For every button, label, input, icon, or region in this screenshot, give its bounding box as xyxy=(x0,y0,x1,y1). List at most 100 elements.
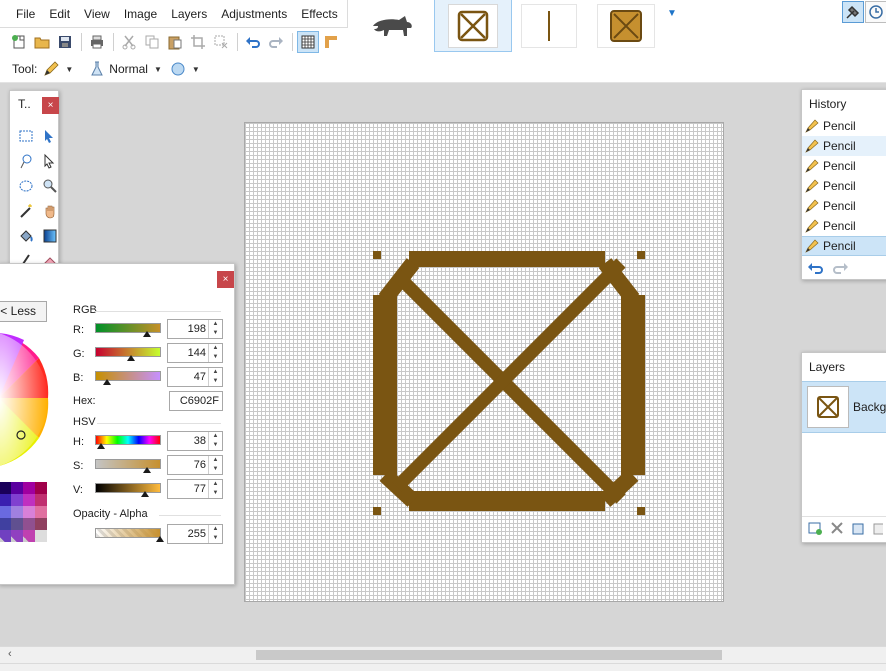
lasso-icon[interactable] xyxy=(14,148,38,173)
spinner-icon[interactable]: ▲ ▼ xyxy=(208,480,222,498)
hex-field[interactable]: C6902F xyxy=(169,391,223,411)
redo-icon[interactable] xyxy=(831,260,849,279)
duplicate-layer-icon[interactable] xyxy=(851,520,867,539)
move-selection-icon[interactable] xyxy=(38,148,62,173)
history-item[interactable]: Pencil xyxy=(802,136,886,156)
gradient-icon[interactable] xyxy=(38,223,62,248)
hue-slider-handle[interactable] xyxy=(97,443,105,449)
alpha-slider-handle[interactable] xyxy=(156,536,164,542)
scroll-left-icon[interactable]: ‹ xyxy=(8,648,12,660)
chevron-down-icon[interactable]: ▼ xyxy=(154,65,162,74)
red-slider-handle[interactable] xyxy=(143,331,151,337)
menu-view[interactable]: View xyxy=(77,0,117,27)
undo-icon[interactable] xyxy=(242,31,264,53)
green-value-field[interactable]: 144 ▲ ▼ xyxy=(167,343,223,363)
tools-panel-title: T.. xyxy=(18,97,31,111)
pencil-icon xyxy=(805,219,819,233)
menu-layers[interactable]: Layers xyxy=(164,0,214,27)
close-icon[interactable]: × xyxy=(217,271,234,288)
menu-effects[interactable]: Effects xyxy=(294,0,344,27)
history-window-toggle-icon[interactable] xyxy=(865,1,886,23)
value-slider[interactable] xyxy=(95,483,161,493)
history-item[interactable]: Pencil xyxy=(802,156,886,176)
tools-window-toggle-icon[interactable] xyxy=(842,1,864,23)
layer-row[interactable]: Backgr xyxy=(802,381,886,433)
red-value-field[interactable]: 198 ▲ ▼ xyxy=(167,319,223,339)
hue-value-field[interactable]: 38 ▲ ▼ xyxy=(167,431,223,451)
chevron-down-icon[interactable]: ▼ xyxy=(192,65,200,74)
spinner-icon[interactable]: ▲ ▼ xyxy=(208,368,222,386)
value-slider-handle[interactable] xyxy=(141,491,149,497)
image-thumbnail-line[interactable] xyxy=(518,0,580,52)
menu-edit[interactable]: Edit xyxy=(42,0,77,27)
value-value-field[interactable]: 77 ▲ ▼ xyxy=(167,479,223,499)
spinner-icon[interactable]: ▲ ▼ xyxy=(208,456,222,474)
chevron-down-icon[interactable]: ▼ xyxy=(65,65,73,74)
red-slider[interactable] xyxy=(95,323,161,333)
less-button[interactable]: < Less xyxy=(0,301,47,322)
image-canvas[interactable] xyxy=(244,122,724,602)
rgb-section-label: RGB xyxy=(73,304,97,316)
ruler-icon[interactable] xyxy=(320,31,342,53)
image-thumbnail-cat[interactable] xyxy=(362,0,426,52)
rgb-divider xyxy=(95,311,221,312)
open-icon[interactable] xyxy=(31,31,53,53)
merge-layer-icon[interactable] xyxy=(873,520,885,539)
menu-file[interactable]: File xyxy=(0,0,42,27)
saturation-value-field[interactable]: 76 ▲ ▼ xyxy=(167,455,223,475)
spinner-icon[interactable]: ▲ ▼ xyxy=(208,525,222,543)
alpha-slider[interactable] xyxy=(95,528,161,538)
paste-icon[interactable] xyxy=(164,31,186,53)
ellipse-select-icon[interactable] xyxy=(14,173,38,198)
antialias-icon[interactable] xyxy=(170,61,186,77)
copy-icon[interactable] xyxy=(141,31,163,53)
crop-icon[interactable] xyxy=(187,31,209,53)
save-icon[interactable] xyxy=(54,31,76,53)
undo-icon[interactable] xyxy=(807,260,825,279)
history-item-label: Pencil xyxy=(823,179,856,193)
saturation-slider-handle[interactable] xyxy=(143,467,151,473)
move-selected-icon[interactable] xyxy=(38,123,62,148)
rectangle-select-icon[interactable] xyxy=(14,123,38,148)
scrollbar-thumb[interactable] xyxy=(256,650,722,660)
pan-icon[interactable] xyxy=(38,198,62,223)
spinner-icon[interactable]: ▲ ▼ xyxy=(208,344,222,362)
print-icon[interactable] xyxy=(86,31,108,53)
color-wheel[interactable] xyxy=(0,328,49,478)
opacity-section-label: Opacity - Alpha xyxy=(73,508,148,520)
history-item[interactable]: Pencil xyxy=(802,116,886,136)
spinner-icon[interactable]: ▲ ▼ xyxy=(208,432,222,450)
alpha-value-field[interactable]: 255 ▲ ▼ xyxy=(167,524,223,544)
image-thumbnail-filled-box[interactable] xyxy=(594,0,658,52)
close-icon[interactable]: × xyxy=(42,97,59,114)
menu-adjustments[interactable]: Adjustments xyxy=(214,0,294,27)
saturation-slider[interactable] xyxy=(95,459,161,469)
new-icon[interactable] xyxy=(8,31,30,53)
delete-layer-icon[interactable] xyxy=(829,520,845,539)
pencil-icon[interactable]: ▼ xyxy=(43,61,73,77)
history-item[interactable]: Pencil xyxy=(802,176,886,196)
redo-icon[interactable] xyxy=(265,31,287,53)
history-item[interactable]: Pencil xyxy=(802,196,886,216)
b-label: B: xyxy=(73,372,84,384)
color-palette[interactable] xyxy=(0,482,49,552)
history-item[interactable]: Pencil xyxy=(802,216,886,236)
blue-value-field[interactable]: 47 ▲ ▼ xyxy=(167,367,223,387)
blend-mode-select[interactable]: Normal xyxy=(109,62,148,76)
green-slider-handle[interactable] xyxy=(127,355,135,361)
horizontal-scrollbar[interactable]: ‹ xyxy=(0,646,886,663)
blue-slider-handle[interactable] xyxy=(103,379,111,385)
history-item[interactable]: Pencil xyxy=(802,236,886,256)
deselect-icon[interactable] xyxy=(210,31,232,53)
image-thumbnail-active[interactable] xyxy=(434,0,512,52)
spinner-icon[interactable]: ▲ ▼ xyxy=(208,320,222,338)
history-controls xyxy=(807,260,849,279)
cut-icon[interactable] xyxy=(118,31,140,53)
grid-icon[interactable] xyxy=(297,31,319,53)
paint-bucket-icon[interactable] xyxy=(14,223,38,248)
thumbnail-dropdown-icon[interactable]: ▼ xyxy=(667,8,677,19)
menu-image[interactable]: Image xyxy=(117,0,164,27)
zoom-icon[interactable] xyxy=(38,173,62,198)
add-layer-icon[interactable] xyxy=(807,520,823,539)
magic-wand-icon[interactable] xyxy=(14,198,38,223)
